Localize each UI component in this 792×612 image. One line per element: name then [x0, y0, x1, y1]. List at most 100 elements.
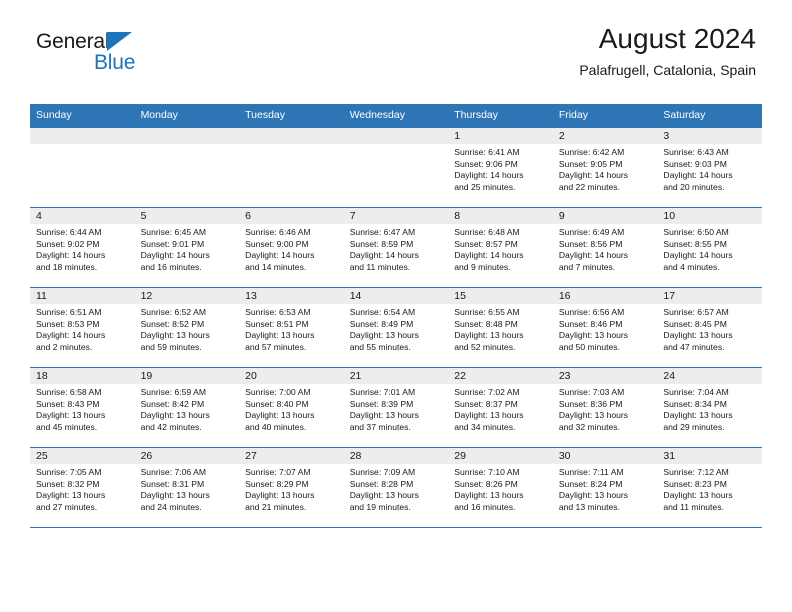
sunrise-text: Sunrise: 6:42 AM — [558, 147, 625, 157]
calendar-day-cell[interactable]: 14 Sunrise: 6:54 AM Sunset: 8:49 PM Dayligh… — [343, 287, 449, 368]
sun-info: Sunrise: 7:12 AM Sunset: 8:23 PM Daylight:… — [657, 464, 762, 513]
calendar-day-cell[interactable]: 1 Sunrise: 6:41 AM Sunset: 9:06 PM Daylight… — [448, 127, 553, 208]
weekday-header-wednesday: Wednesday — [343, 104, 449, 128]
calendar-day-cell[interactable]: 11 Sunrise: 6:51 AM Sunset: 8:53 PM Dayligh… — [30, 287, 135, 368]
empty-day — [30, 128, 135, 207]
calendar-day-cell[interactable]: 25 Sunrise: 7:05 AM Sunset: 8:32 PM Dayligh… — [30, 447, 135, 528]
sun-info: Sunrise: 7:11 AM Sunset: 8:24 PM Daylight:… — [553, 464, 658, 513]
day-content: 14 Sunrise: 6:54 AM Sunset: 8:49 PM Dayligh… — [343, 288, 449, 367]
calendar-day-cell[interactable]: 2 Sunrise: 6:42 AM Sunset: 9:05 PM Daylight… — [552, 127, 658, 208]
day-number: 28 — [343, 448, 449, 464]
day-number: 8 — [448, 208, 553, 224]
calendar-day-cell[interactable]: 29 Sunrise: 7:10 AM Sunset: 8:26 PM Dayligh… — [448, 447, 553, 528]
calendar-day-cell[interactable]: 19 Sunrise: 6:59 AM Sunset: 8:42 PM Dayligh… — [134, 367, 240, 448]
day-content: 12 Sunrise: 6:52 AM Sunset: 8:52 PM Dayligh… — [134, 288, 240, 367]
sunset-text: Sunset: 9:00 PM — [245, 238, 309, 249]
day-number: 24 — [657, 368, 762, 384]
sunrise-text: Sunrise: 7:00 AM — [245, 387, 311, 397]
day-content: 16 Sunrise: 6:56 AM Sunset: 8:46 PM Dayligh… — [552, 288, 658, 367]
daylight-text-line2: and 11 minutes. — [349, 261, 411, 272]
calendar-page: General Blue August 2024 Palafrugell, Ca… — [0, 0, 792, 612]
calendar-day-cell[interactable]: 31 Sunrise: 7:12 AM Sunset: 8:23 PM Dayligh… — [657, 447, 762, 528]
calendar-day-cell[interactable]: 26 Sunrise: 7:06 AM Sunset: 8:31 PM Dayligh… — [134, 447, 240, 528]
daylight-text-line1: Daylight: 14 hours — [140, 250, 210, 261]
calendar-day-cell[interactable] — [239, 127, 344, 208]
calendar-day-cell[interactable]: 24 Sunrise: 7:04 AM Sunset: 8:34 PM Dayligh… — [657, 367, 762, 448]
day-content: 13 Sunrise: 6:53 AM Sunset: 8:51 PM Dayligh… — [239, 288, 344, 367]
sunset-text: Sunset: 8:28 PM — [349, 478, 414, 489]
day-number — [239, 128, 344, 144]
daylight-text-line1: Daylight: 13 hours — [454, 330, 524, 341]
daylight-text-line1: Daylight: 14 hours — [454, 250, 524, 261]
daylight-text-line1: Daylight: 13 hours — [454, 490, 524, 501]
daylight-text-line1: Daylight: 13 hours — [558, 330, 629, 341]
sunset-text: Sunset: 8:42 PM — [140, 398, 205, 409]
daylight-text-line2: and 19 minutes. — [349, 501, 411, 512]
daylight-text-line2: and 32 minutes. — [558, 421, 620, 432]
calendar-day-cell[interactable]: 16 Sunrise: 6:56 AM Sunset: 8:46 PM Dayligh… — [552, 287, 658, 368]
day-content: 10 Sunrise: 6:50 AM Sunset: 8:55 PM Dayligh… — [657, 208, 762, 287]
sun-info: Sunrise: 7:02 AM Sunset: 8:37 PM Daylight:… — [448, 384, 553, 433]
calendar-day-cell[interactable]: 9 Sunrise: 6:49 AM Sunset: 8:56 PM Daylight… — [552, 207, 658, 288]
calendar-day-cell[interactable] — [134, 127, 240, 208]
daylight-text-line1: Daylight: 13 hours — [245, 330, 315, 341]
daylight-text-line2: and 29 minutes. — [663, 421, 725, 432]
sun-info: Sunrise: 6:43 AM Sunset: 9:03 PM Daylight:… — [657, 144, 762, 193]
calendar-day-cell[interactable]: 13 Sunrise: 6:53 AM Sunset: 8:51 PM Dayligh… — [239, 287, 344, 368]
daylight-text-line1: Daylight: 13 hours — [349, 490, 419, 501]
daylight-text-line2: and 50 minutes. — [558, 341, 620, 352]
calendar-day-cell[interactable]: 12 Sunrise: 6:52 AM Sunset: 8:52 PM Dayligh… — [134, 287, 240, 368]
day-content: 3 Sunrise: 6:43 AM Sunset: 9:03 PM Daylight… — [657, 128, 762, 207]
calendar-day-cell[interactable]: 10 Sunrise: 6:50 AM Sunset: 8:55 PM Dayligh… — [657, 207, 762, 288]
sun-info: Sunrise: 6:58 AM Sunset: 8:43 PM Daylight:… — [30, 384, 135, 433]
general-blue-logo[interactable]: General Blue — [36, 30, 166, 78]
calendar-day-cell[interactable]: 5 Sunrise: 6:45 AM Sunset: 9:01 PM Daylight… — [134, 207, 240, 288]
sunset-text: Sunset: 8:55 PM — [663, 238, 727, 249]
calendar-day-cell[interactable]: 3 Sunrise: 6:43 AM Sunset: 9:03 PM Daylight… — [657, 127, 762, 208]
daylight-text-line2: and 14 minutes. — [245, 261, 307, 272]
calendar-day-cell[interactable] — [30, 127, 135, 208]
calendar-day-cell[interactable]: 20 Sunrise: 7:00 AM Sunset: 8:40 PM Dayligh… — [239, 367, 344, 448]
day-number: 17 — [657, 288, 762, 304]
calendar-day-cell[interactable]: 15 Sunrise: 6:55 AM Sunset: 8:48 PM Dayligh… — [448, 287, 553, 368]
calendar-day-cell[interactable]: 7 Sunrise: 6:47 AM Sunset: 8:59 PM Daylight… — [343, 207, 449, 288]
sunrise-text: Sunrise: 6:43 AM — [663, 147, 729, 157]
daylight-text-line1: Daylight: 14 hours — [349, 250, 419, 261]
calendar-day-cell[interactable]: 21 Sunrise: 7:01 AM Sunset: 8:39 PM Dayligh… — [343, 367, 449, 448]
day-content: 2 Sunrise: 6:42 AM Sunset: 9:05 PM Daylight… — [552, 128, 658, 207]
sunrise-text: Sunrise: 6:52 AM — [140, 307, 207, 317]
calendar-day-cell[interactable]: 4 Sunrise: 6:44 AM Sunset: 9:02 PM Daylight… — [30, 207, 135, 288]
sun-info: Sunrise: 7:01 AM Sunset: 8:39 PM Daylight:… — [344, 384, 449, 433]
calendar-day-cell[interactable]: 23 Sunrise: 7:03 AM Sunset: 8:36 PM Dayligh… — [552, 367, 658, 448]
sun-info: Sunrise: 6:52 AM Sunset: 8:52 PM Daylight:… — [135, 304, 240, 353]
day-number: 3 — [657, 128, 762, 144]
day-content: 1 Sunrise: 6:41 AM Sunset: 9:06 PM Daylight… — [448, 128, 553, 207]
calendar-day-cell[interactable]: 28 Sunrise: 7:09 AM Sunset: 8:28 PM Dayligh… — [343, 447, 449, 528]
sunset-text: Sunset: 8:52 PM — [140, 318, 205, 329]
day-content: 25 Sunrise: 7:05 AM Sunset: 8:32 PM Dayligh… — [30, 448, 135, 527]
day-number: 15 — [448, 288, 553, 304]
daylight-text-line2: and 4 minutes. — [663, 261, 720, 272]
calendar-day-cell[interactable]: 22 Sunrise: 7:02 AM Sunset: 8:37 PM Dayligh… — [448, 367, 553, 448]
sunset-text: Sunset: 8:40 PM — [245, 398, 309, 409]
daylight-text-line1: Daylight: 14 hours — [454, 170, 524, 181]
sunrise-text: Sunrise: 7:10 AM — [454, 467, 520, 477]
calendar-day-cell[interactable]: 6 Sunrise: 6:46 AM Sunset: 9:00 PM Daylight… — [239, 207, 344, 288]
sunrise-text: Sunrise: 7:03 AM — [558, 387, 625, 397]
calendar-day-cell[interactable]: 30 Sunrise: 7:11 AM Sunset: 8:24 PM Dayligh… — [552, 447, 658, 528]
day-content: 26 Sunrise: 7:06 AM Sunset: 8:31 PM Dayligh… — [134, 448, 240, 527]
sun-info: Sunrise: 6:45 AM Sunset: 9:01 PM Daylight:… — [135, 224, 240, 273]
calendar-day-cell[interactable]: 8 Sunrise: 6:48 AM Sunset: 8:57 PM Daylight… — [448, 207, 553, 288]
day-number: 4 — [30, 208, 135, 224]
sunset-text: Sunset: 8:51 PM — [245, 318, 309, 329]
daylight-text-line1: Daylight: 14 hours — [36, 330, 106, 341]
sunrise-text: Sunrise: 6:56 AM — [558, 307, 625, 317]
calendar-day-cell[interactable]: 18 Sunrise: 6:58 AM Sunset: 8:43 PM Dayligh… — [30, 367, 135, 448]
sun-info: Sunrise: 6:49 AM Sunset: 8:56 PM Daylight:… — [553, 224, 658, 273]
daylight-text-line2: and 11 minutes. — [663, 501, 724, 512]
calendar-week-row: 18 Sunrise: 6:58 AM Sunset: 8:43 PM Dayligh… — [30, 367, 762, 448]
calendar-day-cell[interactable]: 17 Sunrise: 6:57 AM Sunset: 8:45 PM Dayligh… — [657, 287, 762, 368]
sunrise-text: Sunrise: 7:06 AM — [140, 467, 207, 477]
calendar-day-cell[interactable] — [343, 127, 449, 208]
calendar-day-cell[interactable]: 27 Sunrise: 7:07 AM Sunset: 8:29 PM Dayligh… — [239, 447, 344, 528]
